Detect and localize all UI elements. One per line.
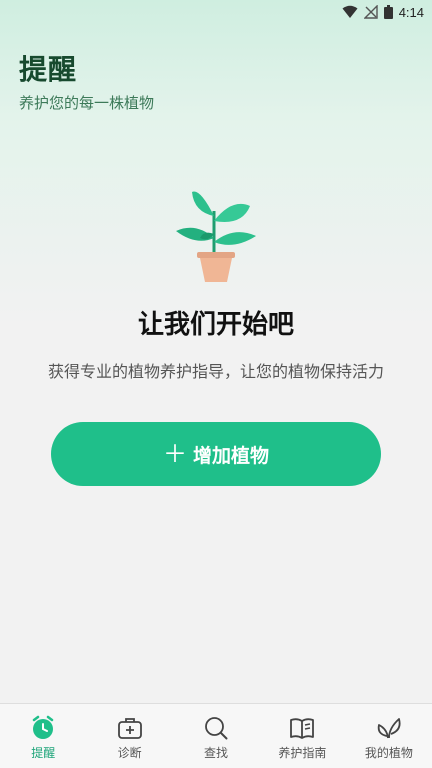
page-title: 提醒	[19, 53, 78, 86]
plus-icon: ＋	[162, 440, 187, 468]
bottom-navigation: 提醒 诊断 查找 养护指南 我的植物	[0, 703, 432, 768]
clock-time: 4:14	[398, 4, 424, 20]
status-bar: 4:14	[0, 0, 432, 24]
nav-label-care-guide: 养护指南	[278, 746, 327, 760]
potted-plant-illustration	[176, 191, 256, 282]
medical-kit-icon	[117, 718, 142, 739]
empty-state: 让我们开始吧 获得专业的植物养护指导，让您的植物保持活力	[0, 186, 432, 383]
nav-label-diagnose: 诊断	[117, 746, 142, 760]
page-subtitle: 养护您的每一株植物	[19, 94, 155, 112]
add-plant-button[interactable]: ＋ 增加植物	[51, 422, 381, 486]
add-plant-button-label: 增加植物	[192, 444, 269, 467]
alarm-clock-icon	[32, 715, 54, 739]
nav-item-diagnose[interactable]: 诊断	[86, 704, 172, 768]
nav-item-my-plants[interactable]: 我的植物	[346, 704, 432, 768]
book-icon	[290, 718, 315, 739]
wifi-icon	[342, 5, 358, 19]
nav-label-search: 查找	[204, 746, 229, 760]
nav-item-search[interactable]: 查找	[173, 704, 259, 768]
empty-state-description: 获得专业的植物养护指导，让您的植物保持活力	[47, 362, 384, 381]
battery-icon	[383, 5, 393, 19]
leaf-icon	[377, 718, 401, 739]
nav-item-care-guide[interactable]: 养护指南	[259, 704, 345, 768]
nav-item-reminders[interactable]: 提醒	[0, 704, 86, 768]
search-icon	[205, 717, 228, 740]
no-signal-icon	[363, 5, 378, 19]
empty-state-title: 让我们开始吧	[137, 310, 294, 340]
nav-label-reminders: 提醒	[31, 746, 56, 760]
nav-label-my-plants: 我的植物	[364, 746, 413, 760]
page-header: 提醒 养护您的每一株植物	[19, 48, 154, 113]
